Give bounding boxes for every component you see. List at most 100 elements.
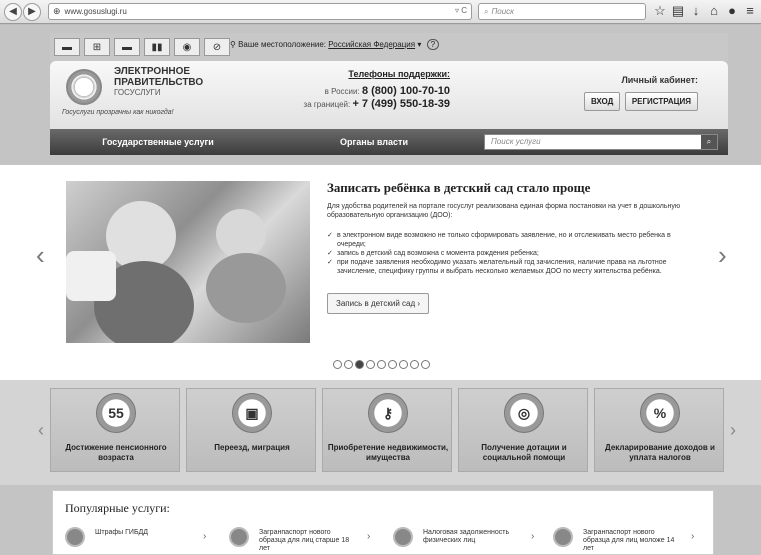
menu-item-authorities[interactable]: Органы власти xyxy=(266,137,482,147)
chevron-right-icon: › xyxy=(367,531,371,542)
bookmark-star-icon[interactable]: ☆ xyxy=(652,3,668,19)
globe-icon: ⊕ xyxy=(53,6,61,16)
sync-icon[interactable]: ● xyxy=(724,3,740,18)
category-label: Приобретение недвижимости, имущества xyxy=(327,443,449,462)
popular-item-label: Штрафы ГИБДД xyxy=(95,529,149,536)
promo-banner: ‹ Записать ребёнка в детский сад стало п… xyxy=(0,165,761,380)
slide-dot[interactable] xyxy=(399,360,408,369)
category-taxes[interactable]: % Декларирование доходов и уплата налого… xyxy=(594,388,724,472)
address-bar[interactable]: ⊕ www.gosuslugi.ru ▿ C xyxy=(48,3,472,20)
popular-item[interactable]: Загранпаспорт нового образца для лиц мол… xyxy=(553,527,713,553)
category-label: Декларирование доходов и уплата налогов xyxy=(605,443,715,462)
slide-dot[interactable] xyxy=(410,360,419,369)
slide-dot[interactable] xyxy=(366,360,375,369)
url-text: www.gosuslugi.ru xyxy=(64,7,127,16)
children-photo xyxy=(66,181,310,343)
brand-line2: ПРАВИТЕЛЬСТВО xyxy=(114,77,204,88)
phone-russia: в России: 8 (800) 100-70-10 xyxy=(290,85,450,97)
phone-abroad-label: за границей: xyxy=(303,100,351,109)
site-header: ▬ ⊞ ▬ ▮▮ ◉ ⊘ ⚲ Ваше местоположение: Росс… xyxy=(50,33,728,173)
category-label: Переезд, миграция xyxy=(214,443,290,452)
passport-child-icon xyxy=(553,527,573,547)
flag-uk-icon[interactable]: ⊞ xyxy=(84,38,110,56)
font-size-icon[interactable]: ▬ xyxy=(114,38,140,56)
slide-dot[interactable] xyxy=(333,360,342,369)
tagline: Госуслуги прозрачны как никогда! xyxy=(62,109,174,116)
prev-slide-icon[interactable]: ‹ xyxy=(36,240,45,271)
life-situations: ‹ 55 Достижение пенсионного возраста ▣ П… xyxy=(0,380,761,485)
chevron-right-icon: › xyxy=(417,299,421,308)
kindergarten-button-label: Запись в детский сад xyxy=(336,299,416,308)
kindergarten-button[interactable]: Запись в детский сад › xyxy=(327,293,430,314)
phone-abroad: за границей: + 7 (499) 550-18-39 xyxy=(303,98,450,110)
eye-icon[interactable]: ◉ xyxy=(174,38,200,56)
slide-dot[interactable] xyxy=(355,360,364,369)
chevron-right-icon: › xyxy=(691,531,695,542)
popular-services: Популярные услуги: Штрафы ГИБДД › Загран… xyxy=(52,490,714,555)
category-migration[interactable]: ▣ Переезд, миграция xyxy=(186,388,316,472)
category-pension[interactable]: 55 Достижение пенсионного возраста xyxy=(50,388,180,472)
next-slide-icon[interactable]: › xyxy=(718,240,727,271)
banner-intro: Для удобства родителей на портале госусл… xyxy=(327,203,681,219)
popular-item[interactable]: Штрафы ГИБДД › xyxy=(65,527,225,553)
personal-cabinet: Личный кабинет: ВХОД РЕГИСТРАЦИЯ xyxy=(568,75,698,111)
menu-icon[interactable]: ≡ xyxy=(742,3,758,18)
chevron-right-icon: › xyxy=(203,531,207,542)
location-label: Ваше местоположение: xyxy=(238,40,327,49)
menu-item-services[interactable]: Государственные услуги xyxy=(50,137,266,147)
gosuslugi-logo-icon[interactable] xyxy=(66,69,102,105)
download-icon[interactable]: ↓ xyxy=(688,3,704,18)
brand-line3: ГОСУСЛУГИ xyxy=(114,88,161,97)
keys-icon: ⚷ xyxy=(368,393,408,433)
money-icon xyxy=(393,527,413,547)
register-button[interactable]: РЕГИСТРАЦИЯ xyxy=(624,92,698,111)
categories-next-icon[interactable]: › xyxy=(730,420,736,441)
phone-ru-label: в России: xyxy=(324,87,360,96)
category-label: Достижение пенсионного возраста xyxy=(65,443,167,462)
header-main: ЭЛЕКТРОННОЕ ПРАВИТЕЛЬСТВО ГОСУСЛУГИ Госу… xyxy=(50,61,728,129)
brand-line1: ЭЛЕКТРОННОЕ xyxy=(114,66,191,77)
calendar-55-icon: 55 xyxy=(96,393,136,433)
phones-title[interactable]: Телефоны поддержки: xyxy=(290,69,450,79)
help-button[interactable]: ? xyxy=(426,39,440,50)
columns-icon[interactable]: ▮▮ xyxy=(144,38,170,56)
popular-item[interactable]: Загранпаспорт нового образца для лиц ста… xyxy=(229,527,389,553)
cabinet-title: Личный кабинет: xyxy=(621,75,698,85)
popular-item[interactable]: Налоговая задолженность физических лиц › xyxy=(393,527,553,553)
forward-arrow-icon[interactable]: ▶ xyxy=(23,2,41,21)
browser-search-placeholder: Поиск xyxy=(491,7,514,16)
popular-item-label: Загранпаспорт нового образца для лиц ста… xyxy=(259,529,350,552)
lifebuoy-icon: ◎ xyxy=(504,393,544,433)
banner-bullet: при подаче заявления необходимо указать … xyxy=(327,258,697,276)
slide-dot[interactable] xyxy=(377,360,386,369)
phone-ru-number: 8 (800) 100-70-10 xyxy=(361,85,450,97)
categories-prev-icon[interactable]: ‹ xyxy=(38,420,44,441)
search-icon: ⌕ xyxy=(484,6,489,16)
browser-search-input[interactable]: ⌕ Поиск xyxy=(478,3,646,20)
location-selector[interactable]: ⚲ Ваше местоположение: Российская Федера… xyxy=(230,39,440,50)
search-icon[interactable]: ⌕ xyxy=(701,135,717,149)
chevron-right-icon: › xyxy=(531,531,535,542)
home-icon[interactable]: ⌂ xyxy=(706,3,722,18)
compass-icon[interactable]: ⊘ xyxy=(204,38,230,56)
reload-icon[interactable]: ▿ C xyxy=(455,6,467,15)
login-button[interactable]: ВХОД xyxy=(583,92,621,111)
slide-dot[interactable] xyxy=(344,360,353,369)
banner-title[interactable]: Записать ребёнка в детский сад стало про… xyxy=(327,180,590,196)
passport-icon: ▣ xyxy=(232,393,272,433)
category-property[interactable]: ⚷ Приобретение недвижимости, имущества xyxy=(322,388,452,472)
back-arrow-icon[interactable]: ◀ xyxy=(4,2,22,21)
slide-dot[interactable] xyxy=(421,360,430,369)
banner-bullet: в электронном виде возможно не только сф… xyxy=(327,231,697,249)
category-social-aid[interactable]: ◎ Получение дотации и социальной помощи xyxy=(458,388,588,472)
flag-ru-icon[interactable]: ▬ xyxy=(54,38,80,56)
slide-dot[interactable] xyxy=(388,360,397,369)
service-search-input[interactable]: Поиск услуги ⌕ xyxy=(484,134,718,150)
page: ▬ ⊞ ▬ ▮▮ ◉ ⊘ ⚲ Ваше местоположение: Росс… xyxy=(0,25,761,555)
location-value[interactable]: Российская Федерация xyxy=(328,40,415,49)
accessibility-toolbar: ▬ ⊞ ▬ ▮▮ ◉ ⊘ ⚲ Ваше местоположение: Росс… xyxy=(50,33,728,61)
popular-item-label: Налоговая задолженность физических лиц xyxy=(423,529,510,544)
bookmarks-list-icon[interactable]: ▤ xyxy=(670,3,686,19)
category-label: Получение дотации и социальной помощи xyxy=(481,443,567,462)
main-menu: Государственные услуги Органы власти Пои… xyxy=(50,129,728,155)
